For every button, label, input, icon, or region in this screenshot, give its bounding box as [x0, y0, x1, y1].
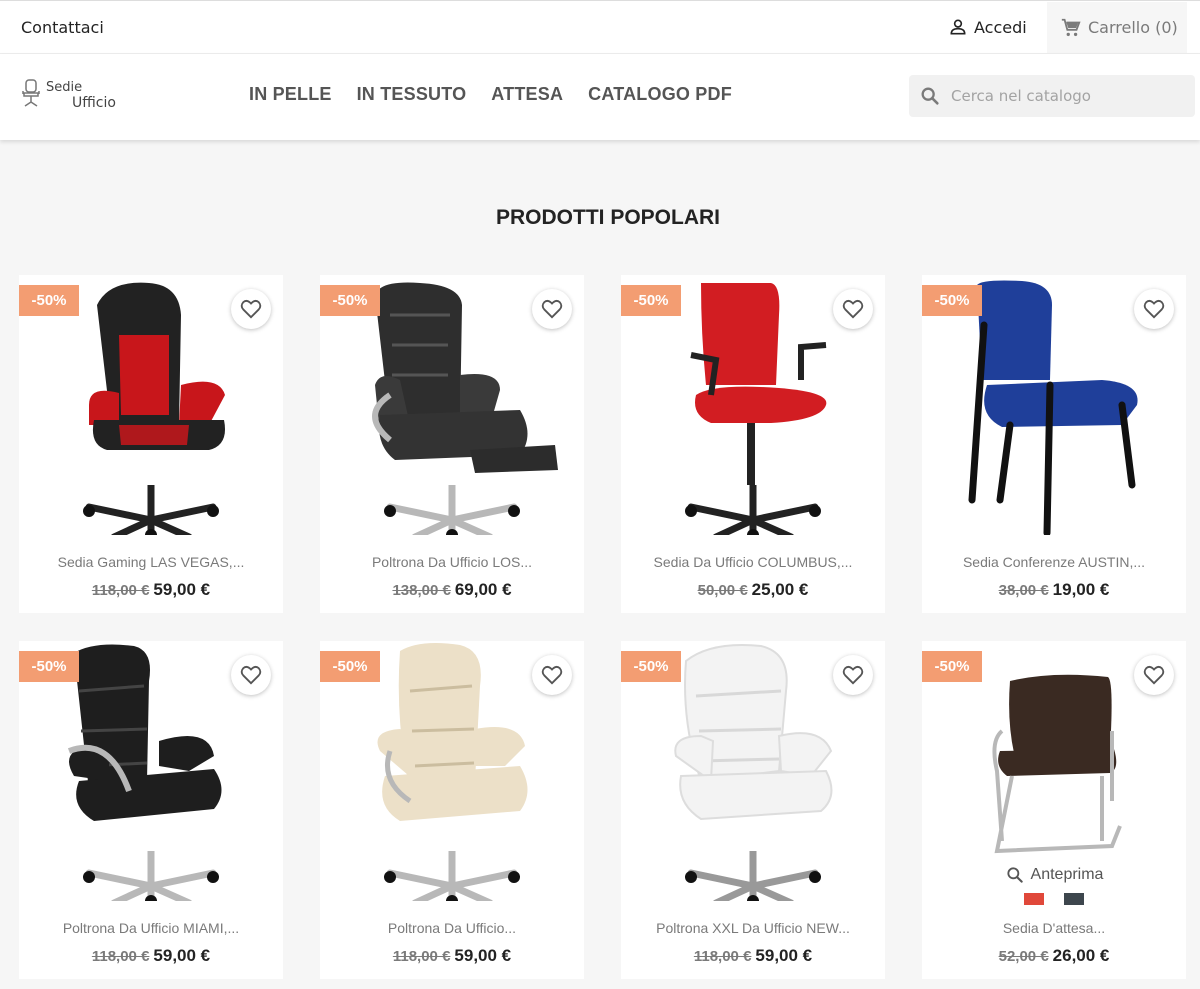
- regular-price: 118,00 €: [91, 582, 150, 599]
- product-prices: 118,00 €59,00 €: [621, 946, 885, 966]
- regular-price: 52,00 €: [998, 948, 1049, 965]
- heart-icon: [240, 665, 262, 685]
- product-name[interactable]: Sedia D'attesa...: [922, 920, 1186, 936]
- discount-badge: -50%: [922, 651, 982, 682]
- product-name[interactable]: Poltrona Da Ufficio LOS...: [320, 554, 584, 570]
- login-label: Accedi: [974, 17, 1027, 37]
- heart-icon: [842, 665, 864, 685]
- logo-text-line1: Sedie: [46, 80, 83, 95]
- product-card[interactable]: -50% Sedia Da Ufficio COLUMBUS,... 50,00…: [621, 275, 885, 613]
- sale-price: 19,00 €: [1052, 580, 1110, 599]
- product-card[interactable]: -50% Anteprima Sedia D'attesa... 52,00 €…: [922, 641, 1186, 979]
- product-card[interactable]: -50% Sedia Conferenze AUSTIN,... 38,00 €…: [922, 275, 1186, 613]
- product-name[interactable]: Sedia Gaming LAS VEGAS,...: [19, 554, 283, 570]
- nav-in-pelle[interactable]: IN PELLE: [249, 84, 332, 105]
- nav-attesa[interactable]: ATTESA: [491, 84, 563, 105]
- discount-badge: -50%: [320, 651, 380, 682]
- product-card[interactable]: -50% Sedia Gaming LAS VEGAS,... 118,00 €…: [19, 275, 283, 613]
- product-name[interactable]: Poltrona Da Ufficio...: [320, 920, 584, 936]
- wishlist-button[interactable]: [532, 289, 572, 329]
- regular-price: 138,00 €: [392, 582, 451, 599]
- login-link[interactable]: Accedi: [948, 17, 1027, 37]
- cart-label: Carrello (0): [1088, 18, 1178, 37]
- sale-price: 69,00 €: [454, 580, 512, 599]
- regular-price: 118,00 €: [91, 948, 150, 965]
- search-icon: [1006, 867, 1023, 883]
- search-icon[interactable]: [919, 85, 941, 107]
- product-prices: 118,00 €59,00 €: [320, 946, 584, 966]
- discount-badge: -50%: [922, 285, 982, 316]
- sale-price: 25,00 €: [751, 580, 809, 599]
- color-swatch[interactable]: [1024, 893, 1044, 905]
- quick-view-link[interactable]: Anteprima: [922, 865, 1186, 885]
- cart-button[interactable]: Carrello (0): [1047, 2, 1187, 53]
- discount-badge: -50%: [621, 651, 681, 682]
- product-card[interactable]: -50% Poltrona Da Ufficio MIAMI,... 118,0…: [19, 641, 283, 979]
- color-swatches: [922, 893, 1186, 905]
- product-name[interactable]: Sedia Conferenze AUSTIN,...: [922, 554, 1186, 570]
- sale-price: 59,00 €: [153, 946, 211, 965]
- product-card[interactable]: -50% Poltrona Da Ufficio... 118,00 €59,0…: [320, 641, 584, 979]
- product-prices: 138,00 €69,00 €: [320, 580, 584, 600]
- color-swatch[interactable]: [1064, 893, 1084, 905]
- sale-price: 26,00 €: [1052, 946, 1110, 965]
- wishlist-button[interactable]: [1134, 289, 1174, 329]
- regular-price: 38,00 €: [998, 582, 1049, 599]
- heart-icon: [842, 299, 864, 319]
- product-name[interactable]: Poltrona Da Ufficio MIAMI,...: [19, 920, 283, 936]
- cart-icon: [1061, 18, 1081, 36]
- wishlist-button[interactable]: [231, 655, 271, 695]
- discount-badge: -50%: [19, 285, 79, 316]
- heart-icon: [541, 299, 563, 319]
- wishlist-button[interactable]: [231, 289, 271, 329]
- product-prices: 118,00 €59,00 €: [19, 946, 283, 966]
- chair-logo-icon: [22, 79, 40, 107]
- wishlist-button[interactable]: [833, 289, 873, 329]
- search-input[interactable]: [951, 87, 1171, 105]
- discount-badge: -50%: [621, 285, 681, 316]
- sale-price: 59,00 €: [454, 946, 512, 965]
- search-box: [909, 75, 1195, 117]
- product-prices: 50,00 €25,00 €: [621, 580, 885, 600]
- product-prices: 38,00 €19,00 €: [922, 580, 1186, 600]
- product-name[interactable]: Poltrona XXL Da Ufficio NEW...: [621, 920, 885, 936]
- product-prices: 52,00 €26,00 €: [922, 946, 1186, 966]
- discount-badge: -50%: [320, 285, 380, 316]
- logo[interactable]: Sedie Ufficio: [20, 78, 130, 118]
- product-prices: 118,00 €59,00 €: [19, 580, 283, 600]
- quick-view-label: Anteprima: [1030, 866, 1104, 883]
- discount-badge: -50%: [19, 651, 79, 682]
- product-name[interactable]: Sedia Da Ufficio COLUMBUS,...: [621, 554, 885, 570]
- heart-icon: [1143, 299, 1165, 319]
- regular-price: 118,00 €: [693, 948, 752, 965]
- nav-in-tessuto[interactable]: IN TESSUTO: [357, 84, 467, 105]
- regular-price: 50,00 €: [697, 582, 748, 599]
- contact-link[interactable]: Contattaci: [21, 18, 104, 37]
- user-icon: [950, 19, 966, 35]
- wishlist-button[interactable]: [833, 655, 873, 695]
- sale-price: 59,00 €: [755, 946, 813, 965]
- wishlist-button[interactable]: [532, 655, 572, 695]
- sale-price: 59,00 €: [153, 580, 211, 599]
- logo-text-line2: Ufficio: [72, 95, 116, 111]
- nav-catalogo-pdf[interactable]: CATALOGO PDF: [588, 84, 732, 105]
- product-card[interactable]: -50% Poltrona XXL Da Ufficio NEW... 118,…: [621, 641, 885, 979]
- top-bar: Contattaci Accedi Carrello (0): [0, 0, 1200, 54]
- main-header: Sedie Ufficio IN PELLE IN TESSUTO ATTESA…: [0, 54, 1200, 140]
- heart-icon: [240, 299, 262, 319]
- product-card[interactable]: -50% Poltrona Da Ufficio LOS... 138,00 €…: [320, 275, 584, 613]
- heart-icon: [541, 665, 563, 685]
- wishlist-button[interactable]: [1134, 655, 1174, 695]
- main-nav: IN PELLE IN TESSUTO ATTESA CATALOGO PDF: [249, 84, 732, 105]
- regular-price: 118,00 €: [392, 948, 451, 965]
- section-title: PRODOTTI POPOLARI: [495, 206, 720, 229]
- heart-icon: [1143, 665, 1165, 685]
